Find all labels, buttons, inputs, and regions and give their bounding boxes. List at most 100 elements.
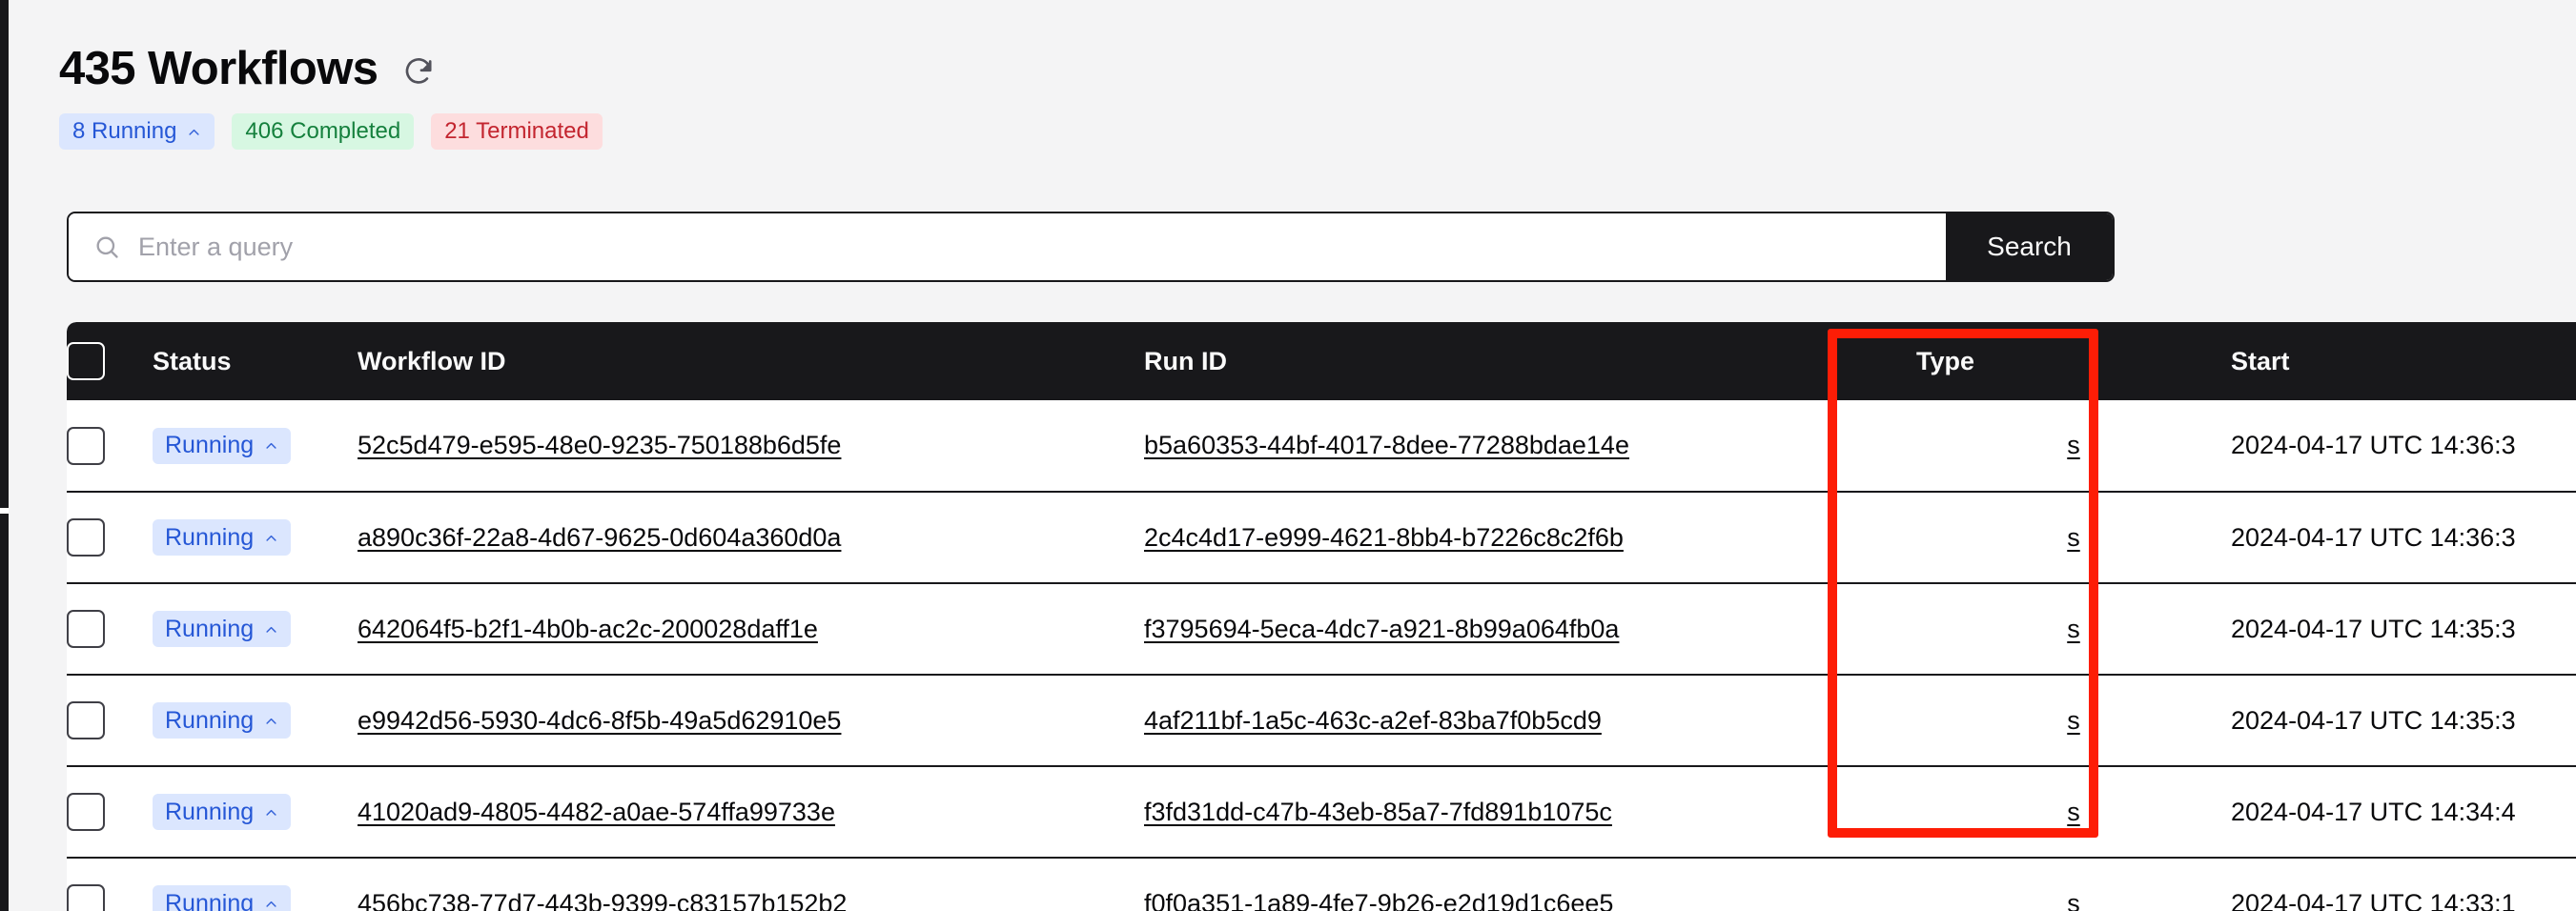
run-id-link[interactable]: f0f0a351-1a89-4fe7-9b26-e2d19d1c6ee5 bbox=[1144, 889, 1613, 911]
chip-completed[interactable]: 406 Completed bbox=[232, 113, 415, 150]
type-link[interactable]: s bbox=[2067, 431, 2080, 459]
chip-terminated[interactable]: 21 Terminated bbox=[431, 113, 603, 150]
workflow-id-link[interactable]: 642064f5-b2f1-4b0b-ac2c-200028daff1e bbox=[358, 615, 818, 643]
row-status-cell: Running bbox=[153, 675, 358, 767]
page-header: 435 Workflows 8 Running 406 Completed 21… bbox=[59, 46, 603, 150]
row-select-cell bbox=[67, 675, 153, 767]
status-badge[interactable]: Running bbox=[153, 794, 292, 830]
status-badge-label: Running bbox=[165, 798, 255, 825]
row-workflow-id-cell: 41020ad9-4805-4482-a0ae-574ffa99733e bbox=[358, 766, 1144, 859]
row-status-cell: Running bbox=[153, 400, 358, 493]
row-status-cell: Running bbox=[153, 766, 358, 859]
workflow-id-link[interactable]: a890c36f-22a8-4d67-9625-0d604a360d0a bbox=[358, 523, 841, 552]
status-badge[interactable]: Running bbox=[153, 885, 292, 911]
row-select-cell bbox=[67, 492, 153, 584]
status-filter-chips: 8 Running 406 Completed 21 Terminated bbox=[59, 113, 603, 150]
table-row[interactable]: Running 642064f5-b2f1-4b0b-ac2c-200028da… bbox=[67, 583, 2576, 676]
row-workflow-id-cell: a890c36f-22a8-4d67-9625-0d604a360d0a bbox=[358, 492, 1144, 584]
search-input[interactable] bbox=[138, 232, 1946, 262]
row-start-cell: 2024-04-17 UTC 14:35:3 bbox=[2231, 583, 2576, 676]
table-row[interactable]: Running 41020ad9-4805-4482-a0ae-574ffa99… bbox=[67, 766, 2576, 859]
row-type-cell: s bbox=[1916, 766, 2231, 859]
row-run-id-cell: 2c4c4d17-e999-4621-8bb4-b7226c8c2f6b bbox=[1144, 492, 1916, 584]
status-badge[interactable]: Running bbox=[153, 427, 292, 464]
row-run-id-cell: 4af211bf-1a5c-463c-a2ef-83ba7f0b5cd9 bbox=[1144, 675, 1916, 767]
table-row[interactable]: Running a890c36f-22a8-4d67-9625-0d604a36… bbox=[67, 492, 2576, 584]
row-start-cell: 2024-04-17 UTC 14:33:1 bbox=[2231, 858, 2576, 911]
left-rail bbox=[0, 0, 9, 911]
type-link[interactable]: s bbox=[2067, 615, 2080, 643]
type-link[interactable]: s bbox=[2067, 706, 2080, 735]
row-workflow-id-cell: 52c5d479-e595-48e0-9235-750188b6d5fe bbox=[358, 400, 1144, 493]
row-checkbox[interactable] bbox=[67, 793, 105, 831]
header-status[interactable]: Status bbox=[153, 322, 358, 400]
status-badge-label: Running bbox=[165, 889, 255, 911]
row-run-id-cell: f0f0a351-1a89-4fe7-9b26-e2d19d1c6ee5 bbox=[1144, 858, 1916, 911]
table-row[interactable]: Running e9942d56-5930-4dc6-8f5b-49a5d629… bbox=[67, 675, 2576, 767]
run-id-link[interactable]: b5a60353-44bf-4017-8dee-77288bdae14e bbox=[1144, 431, 1629, 459]
select-all-checkbox[interactable] bbox=[67, 342, 105, 380]
chevron-up-icon bbox=[189, 129, 200, 135]
workflow-id-link[interactable]: e9942d56-5930-4dc6-8f5b-49a5d62910e5 bbox=[358, 706, 841, 735]
row-checkbox[interactable] bbox=[67, 518, 105, 557]
row-select-cell bbox=[67, 583, 153, 676]
workflow-id-link[interactable]: 52c5d479-e595-48e0-9235-750188b6d5fe bbox=[358, 431, 841, 459]
table-row[interactable]: Running 456bc738-77d7-443b-9399-c83157b1… bbox=[67, 858, 2576, 911]
chevron-up-icon bbox=[266, 535, 276, 541]
table-body: Running 52c5d479-e595-48e0-9235-750188b6… bbox=[67, 400, 2576, 911]
row-start-cell: 2024-04-17 UTC 14:36:3 bbox=[2231, 400, 2576, 493]
status-badge[interactable]: Running bbox=[153, 611, 292, 647]
chip-running[interactable]: 8 Running bbox=[59, 113, 215, 150]
chevron-up-icon bbox=[266, 442, 276, 449]
header-select-all bbox=[67, 322, 153, 400]
status-badge[interactable]: Running bbox=[153, 519, 292, 556]
chevron-up-icon bbox=[266, 809, 276, 816]
row-select-cell bbox=[67, 858, 153, 911]
header-type[interactable]: Type bbox=[1916, 322, 2231, 400]
chip-running-label: 8 Running bbox=[72, 118, 177, 144]
table-row[interactable]: Running 52c5d479-e595-48e0-9235-750188b6… bbox=[67, 400, 2576, 493]
chip-terminated-label: 21 Terminated bbox=[444, 118, 589, 144]
status-badge-label: Running bbox=[165, 432, 255, 458]
run-id-link[interactable]: 2c4c4d17-e999-4621-8bb4-b7226c8c2f6b bbox=[1144, 523, 1624, 552]
search-field bbox=[69, 213, 1946, 280]
row-select-cell bbox=[67, 400, 153, 493]
row-start-cell: 2024-04-17 UTC 14:35:3 bbox=[2231, 675, 2576, 767]
header-start[interactable]: Start bbox=[2231, 322, 2576, 400]
search-button[interactable]: Search bbox=[1946, 213, 2113, 280]
workflow-id-link[interactable]: 41020ad9-4805-4482-a0ae-574ffa99733e bbox=[358, 798, 835, 826]
workflows-table-container[interactable]: Status Workflow ID Run ID Type Start Run… bbox=[67, 322, 2576, 911]
row-checkbox[interactable] bbox=[67, 701, 105, 739]
chevron-up-icon bbox=[266, 718, 276, 724]
chevron-up-icon bbox=[266, 901, 276, 907]
refresh-icon[interactable] bbox=[402, 55, 435, 88]
left-rail-gap bbox=[0, 508, 9, 514]
workflows-page: 435 Workflows 8 Running 406 Completed 21… bbox=[0, 0, 2576, 911]
status-badge-label: Running bbox=[165, 523, 255, 551]
table-head: Status Workflow ID Run ID Type Start bbox=[67, 322, 2576, 400]
row-workflow-id-cell: 642064f5-b2f1-4b0b-ac2c-200028daff1e bbox=[358, 583, 1144, 676]
row-status-cell: Running bbox=[153, 583, 358, 676]
row-workflow-id-cell: e9942d56-5930-4dc6-8f5b-49a5d62910e5 bbox=[358, 675, 1144, 767]
row-status-cell: Running bbox=[153, 858, 358, 911]
run-id-link[interactable]: 4af211bf-1a5c-463c-a2ef-83ba7f0b5cd9 bbox=[1144, 706, 1602, 735]
row-checkbox[interactable] bbox=[67, 610, 105, 648]
type-link[interactable]: s bbox=[2067, 798, 2080, 826]
row-checkbox[interactable] bbox=[67, 426, 105, 465]
row-checkbox[interactable] bbox=[67, 884, 105, 911]
row-run-id-cell: f3fd31dd-c47b-43eb-85a7-7fd891b1075c bbox=[1144, 766, 1916, 859]
run-id-link[interactable]: f3795694-5eca-4dc7-a921-8b99a064fb0a bbox=[1144, 615, 1619, 643]
row-type-cell: s bbox=[1916, 400, 2231, 493]
run-id-link[interactable]: f3fd31dd-c47b-43eb-85a7-7fd891b1075c bbox=[1144, 798, 1612, 826]
status-badge[interactable]: Running bbox=[153, 702, 292, 739]
header-workflow-id[interactable]: Workflow ID bbox=[358, 322, 1144, 400]
header-run-id[interactable]: Run ID bbox=[1144, 322, 1916, 400]
chevron-up-icon bbox=[266, 626, 276, 633]
workflow-id-link[interactable]: 456bc738-77d7-443b-9399-c83157b152b2 bbox=[358, 889, 847, 911]
type-link[interactable]: s bbox=[2067, 889, 2080, 911]
table-header-row: Status Workflow ID Run ID Type Start bbox=[67, 322, 2576, 400]
row-select-cell bbox=[67, 766, 153, 859]
row-type-cell: s bbox=[1916, 492, 2231, 584]
type-link[interactable]: s bbox=[2067, 523, 2080, 552]
row-run-id-cell: f3795694-5eca-4dc7-a921-8b99a064fb0a bbox=[1144, 583, 1916, 676]
